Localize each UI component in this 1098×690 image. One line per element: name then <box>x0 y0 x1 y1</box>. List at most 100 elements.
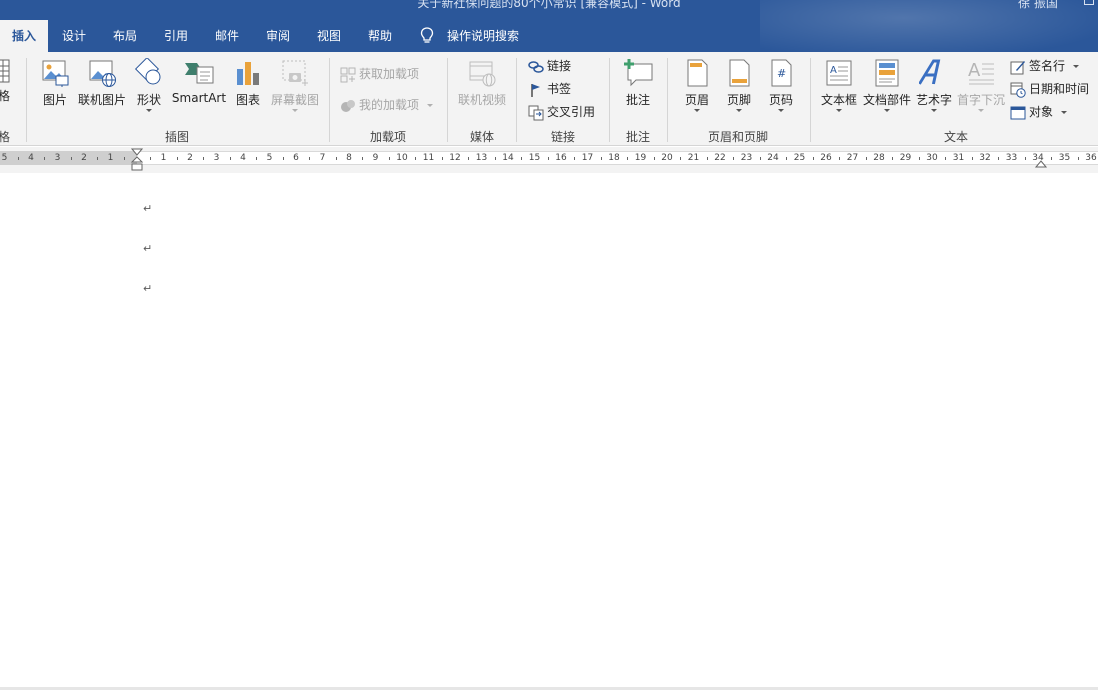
tab-help[interactable]: 帮助 <box>362 20 398 52</box>
lightbulb-icon[interactable] <box>420 27 434 45</box>
group-label-media: 媒体 <box>464 128 500 145</box>
group-label-comments: 批注 <box>620 128 656 145</box>
signature-line-button[interactable]: 签名行 <box>1010 56 1079 76</box>
tab-mailings[interactable]: 邮件 <box>209 20 245 52</box>
shapes-button[interactable]: 形状 <box>132 58 166 120</box>
ruler-tick <box>1051 157 1052 160</box>
ruler-number: 6 <box>288 152 304 164</box>
link-icon <box>528 59 544 75</box>
ruler-number: 35 <box>1057 152 1073 164</box>
ruler-tick <box>919 157 920 160</box>
group-divider <box>810 58 811 142</box>
drop-cap-button[interactable]: A 首字下沉 <box>954 58 1008 120</box>
link-button[interactable]: 链接 <box>528 56 571 76</box>
bookmark-button[interactable]: 书签 <box>528 79 571 99</box>
ruler-number: 8 <box>341 152 357 164</box>
group-divider <box>447 58 448 142</box>
indent-markers[interactable] <box>131 148 143 172</box>
ruler-tick <box>389 157 390 160</box>
date-time-button[interactable]: 日期和时间 <box>1010 79 1089 99</box>
account-name[interactable]: 徐 振国 <box>1018 0 1058 11</box>
header-button[interactable]: 页眉 <box>680 58 714 120</box>
ruler-tick <box>44 157 45 160</box>
my-addins-icon <box>340 98 356 114</box>
footer-button[interactable]: 页脚 <box>722 58 756 120</box>
wordart-button[interactable]: 艺术字 <box>914 58 954 120</box>
ruler-number: 19 <box>633 152 649 164</box>
ruler-number: 3 <box>209 152 225 164</box>
ruler-number: 27 <box>845 152 861 164</box>
cross-reference-button[interactable]: 交叉引用 <box>528 102 595 122</box>
ruler-tick <box>283 157 284 160</box>
tab-references[interactable]: 引用 <box>158 20 194 52</box>
svg-text:A: A <box>830 65 837 76</box>
screenshot-dropdown-caret <box>292 109 298 112</box>
my-addins-label: 我的加载项 <box>359 98 419 112</box>
ruler-number: 4 <box>23 152 39 164</box>
group-label-illustrations: 插图 <box>150 128 204 145</box>
ruler-number: 2 <box>182 152 198 164</box>
ruler-number: 14 <box>500 152 516 164</box>
table-label: 格 <box>0 87 12 104</box>
ruler-tick <box>230 157 231 160</box>
quick-parts-dropdown-caret <box>884 109 890 112</box>
right-indent-marker[interactable] <box>1035 160 1047 168</box>
footer-icon <box>725 58 753 88</box>
page-number-icon: # <box>767 58 795 88</box>
svg-text:A: A <box>968 60 981 81</box>
link-label: 链接 <box>547 59 571 73</box>
text-box-dropdown-caret <box>836 109 842 112</box>
comment-button[interactable]: 批注 <box>620 58 656 120</box>
picture-icon <box>40 58 70 88</box>
ruler-number: 12 <box>447 152 463 164</box>
page-number-button[interactable]: # 页码 <box>764 58 798 120</box>
smartart-button[interactable]: SmartArt <box>170 58 228 120</box>
tab-insert[interactable]: 插入 <box>0 20 48 52</box>
tab-design[interactable]: 设计 <box>56 20 92 52</box>
tell-me-search[interactable]: 操作说明搜索 <box>442 20 524 52</box>
text-box-button[interactable]: A 文本框 <box>818 58 860 120</box>
screenshot-button[interactable]: 屏幕截图 <box>268 58 322 120</box>
ruler-tick <box>680 157 681 160</box>
svg-text:#: # <box>777 67 786 80</box>
header-icon <box>683 58 711 88</box>
ribbon-display-options-icon[interactable] <box>1084 0 1094 5</box>
online-picture-icon <box>87 58 117 88</box>
text-box-icon: A <box>824 58 854 88</box>
drop-cap-icon: A <box>966 58 996 88</box>
quick-parts-button[interactable]: 文档部件 <box>860 58 914 120</box>
ruler-tick <box>309 157 310 160</box>
ruler-tick <box>892 157 893 160</box>
table-button[interactable]: 格 <box>0 58 12 120</box>
online-video-button[interactable]: 联机视频 <box>454 58 510 120</box>
ruler-tick <box>150 157 151 160</box>
ruler-number: 10 <box>394 152 410 164</box>
online-picture-button[interactable]: 联机图片 <box>76 58 128 120</box>
my-addins-button[interactable]: 我的加载项 <box>340 95 433 115</box>
ruler-tick <box>972 157 973 160</box>
ruler-number: 30 <box>924 152 940 164</box>
ruler-number: 36 <box>1083 152 1098 164</box>
online-video-icon <box>467 58 497 88</box>
ruler-number: 29 <box>898 152 914 164</box>
horizontal-ruler[interactable]: 5432112345678910111213141516171819202122… <box>0 147 1098 173</box>
tab-view[interactable]: 视图 <box>311 20 347 52</box>
ruler-tick <box>733 157 734 160</box>
get-addins-button[interactable]: 获取加载项 <box>340 64 419 84</box>
ruler-tick <box>1025 157 1026 160</box>
new-comment-icon <box>622 58 654 88</box>
title-bar: 关于新社保问题的80个小常识 [兼容模式] - Word 徐 振国 插入 设计 … <box>0 0 1098 52</box>
picture-button[interactable]: 图片 <box>38 58 72 120</box>
tab-review[interactable]: 审阅 <box>260 20 296 52</box>
ruler-tick <box>839 157 840 160</box>
tab-layout[interactable]: 布局 <box>107 20 143 52</box>
shapes-icon <box>134 58 164 88</box>
ruler-number: 32 <box>977 152 993 164</box>
paragraph-mark: ↵ <box>143 242 152 255</box>
ruler-number: 20 <box>659 152 675 164</box>
object-button[interactable]: 对象 <box>1010 102 1067 122</box>
document-page[interactable]: ↵ ↵ ↵ <box>0 173 1098 687</box>
ruler-tick <box>998 157 999 160</box>
chart-button[interactable]: 图表 <box>232 58 264 120</box>
ruler-tick <box>177 157 178 160</box>
